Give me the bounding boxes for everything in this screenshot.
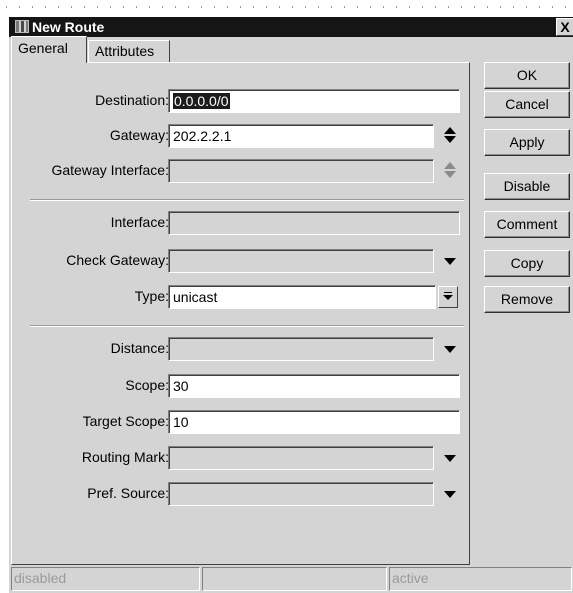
apply-button[interactable]: Apply xyxy=(484,129,570,156)
gateway-interface-row: Gateway Interface: xyxy=(12,159,471,185)
scope-input[interactable]: 30 xyxy=(168,374,460,398)
routing-mark-row: Routing Mark: xyxy=(12,446,471,472)
separator xyxy=(30,199,464,201)
target-scope-row: Target Scope: 10 xyxy=(12,410,471,436)
gateway-interface-updown-icon xyxy=(443,161,457,181)
type-label: Type: xyxy=(134,288,169,304)
scope-row: Scope: 30 xyxy=(12,374,471,400)
new-route-dialog: New Route X General Attributes Destinati… xyxy=(8,16,573,593)
pref-source-label: Pref. Source: xyxy=(87,485,169,501)
pref-source-input[interactable] xyxy=(168,482,434,506)
type-row: Type: unicast xyxy=(12,285,471,311)
title-bar[interactable]: New Route X xyxy=(9,17,573,37)
status-disabled: disabled xyxy=(11,567,200,591)
background-scrap xyxy=(0,0,573,14)
gateway-interface-label: Gateway Interface: xyxy=(51,162,169,178)
check-gateway-input[interactable] xyxy=(168,249,434,273)
disable-button[interactable]: Disable xyxy=(484,173,570,200)
gateway-input[interactable]: 202.2.2.1 xyxy=(168,124,434,148)
check-gateway-row: Check Gateway: xyxy=(12,249,471,275)
gateway-label: Gateway: xyxy=(109,127,169,143)
check-gateway-label: Check Gateway: xyxy=(66,252,169,268)
distance-dropdown-icon[interactable] xyxy=(443,343,457,357)
destination-label: Destination: xyxy=(95,92,169,108)
routing-mark-dropdown-icon[interactable] xyxy=(443,452,457,466)
type-select[interactable]: unicast xyxy=(168,285,436,309)
scope-label: Scope: xyxy=(125,377,169,393)
target-scope-label: Target Scope: xyxy=(82,413,169,429)
general-panel: Destination: 0.0.0.0/0 Gateway: 202.2.2.… xyxy=(11,62,470,565)
copy-button[interactable]: Copy xyxy=(484,250,570,277)
status-middle xyxy=(202,567,387,591)
ok-button[interactable]: OK xyxy=(484,62,570,89)
close-button[interactable]: X xyxy=(556,18,573,36)
destination-row: Destination: 0.0.0.0/0 xyxy=(12,89,471,115)
tab-attributes[interactable]: Attributes xyxy=(88,40,170,62)
window-title: New Route xyxy=(32,19,105,35)
interface-row: Interface: xyxy=(12,211,471,237)
interface-label: Interface: xyxy=(110,214,169,230)
distance-label: Distance: xyxy=(110,340,169,356)
gateway-updown-icon[interactable] xyxy=(443,126,457,146)
destination-input[interactable]: 0.0.0.0/0 xyxy=(168,89,460,113)
pref-source-dropdown-icon[interactable] xyxy=(443,488,457,502)
distance-row: Distance: xyxy=(12,337,471,363)
winbox-icon xyxy=(15,20,29,33)
separator xyxy=(30,325,464,327)
routing-mark-label: Routing Mark: xyxy=(81,449,169,465)
gateway-interface-input[interactable] xyxy=(168,159,434,183)
cancel-button[interactable]: Cancel xyxy=(484,91,570,118)
destination-value: 0.0.0.0/0 xyxy=(173,93,230,109)
interface-input xyxy=(168,211,460,235)
check-gateway-dropdown-icon[interactable] xyxy=(443,255,457,269)
pref-source-row: Pref. Source: xyxy=(12,482,471,508)
comment-button[interactable]: Comment xyxy=(484,211,570,238)
status-active: active xyxy=(389,567,572,591)
routing-mark-input[interactable] xyxy=(168,446,434,470)
gateway-row: Gateway: 202.2.2.1 xyxy=(12,124,471,150)
remove-button[interactable]: Remove xyxy=(484,286,570,313)
tab-general[interactable]: General xyxy=(11,36,87,63)
type-dropdown-button[interactable] xyxy=(438,286,458,308)
target-scope-input[interactable]: 10 xyxy=(168,410,460,434)
distance-input[interactable] xyxy=(168,337,434,361)
